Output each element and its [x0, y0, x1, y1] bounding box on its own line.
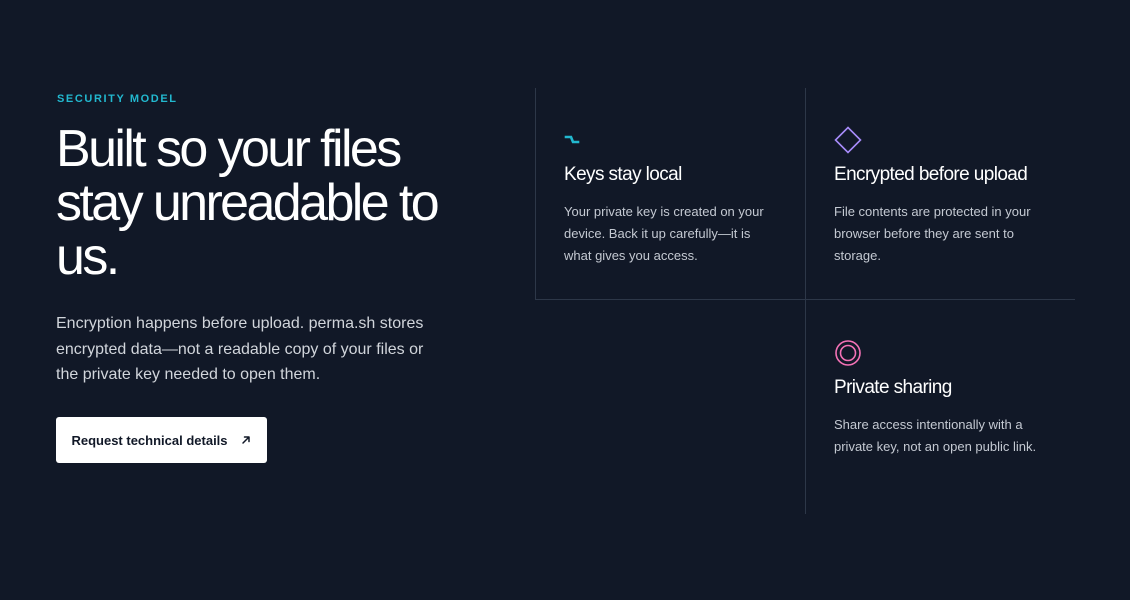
feature-description: Your private key is created on your devi… — [564, 204, 764, 263]
feature-title: Keys stay local — [564, 164, 682, 185]
grid-divider-left — [535, 88, 536, 300]
page-title: Built so your files stay unreadable to u… — [56, 120, 440, 286]
section-eyebrow: SECURITY MODEL — [57, 93, 178, 105]
diamond-icon — [834, 126, 862, 154]
feature-title: Encrypted before upload — [834, 164, 1028, 185]
feature-encrypted-before-upload: Encrypted before upload File contents ar… — [834, 126, 1064, 267]
feature-keys-stay-local: Keys stay local Your private key is crea… — [564, 126, 794, 267]
section-lede: Encryption happens before upload. perma.… — [56, 315, 424, 383]
zigzag-icon — [564, 126, 592, 154]
concentric-circles-icon — [834, 339, 862, 367]
arrow-up-right-icon — [240, 434, 252, 446]
security-model-section: SECURITY MODEL Built so your files stay … — [0, 0, 1130, 600]
grid-divider-horizontal — [535, 299, 1075, 300]
grid-divider-center — [805, 88, 806, 514]
request-technical-details-button[interactable]: Request technical details — [56, 417, 267, 463]
cta-label: Request technical details — [71, 432, 228, 448]
feature-description: File contents are protected in your brow… — [834, 204, 1031, 263]
feature-private-sharing: Private sharing Share access intentional… — [834, 339, 1064, 458]
feature-description: Share access intentionally with a privat… — [834, 417, 1037, 454]
feature-title: Private sharing — [834, 377, 952, 398]
